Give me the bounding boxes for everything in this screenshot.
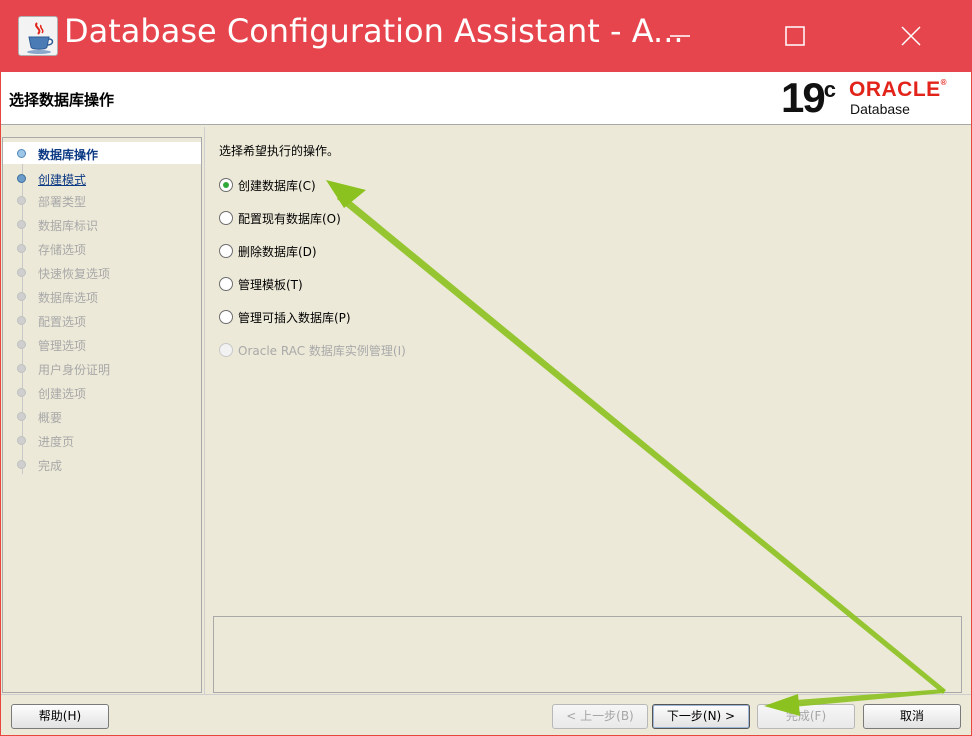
message-panel (213, 616, 962, 693)
step-indicator-icon (17, 292, 26, 301)
radio-button (219, 343, 233, 357)
footer-divider (1, 694, 971, 695)
oracle-19c-logo: 19c (781, 74, 836, 121)
step-indicator-icon (17, 364, 26, 373)
help-button[interactable]: 帮助(H) (11, 704, 109, 729)
cancel-button[interactable]: 取消 (863, 704, 961, 729)
step-finish: 完成 (3, 453, 201, 475)
oracle-database-label: Database (850, 101, 910, 117)
step-database-identification: 数据库标识 (3, 213, 201, 235)
step-deployment-type: 部署类型 (3, 189, 201, 211)
minimize-button[interactable] (622, 0, 738, 72)
back-button[interactable]: < 上一步(B) (552, 704, 648, 729)
option-manage-templates[interactable]: 管理模板(T) (219, 274, 619, 294)
option-manage-pluggable-databases[interactable]: 管理可插入数据库(P) (219, 307, 619, 327)
radio-button[interactable] (219, 178, 233, 192)
maximize-icon (785, 26, 805, 46)
close-icon (901, 26, 921, 46)
step-indicator-icon (17, 268, 26, 277)
finish-button[interactable]: 完成(F) (757, 704, 855, 729)
close-button[interactable] (854, 0, 970, 72)
window-title: Database Configuration Assistant - A... (64, 12, 684, 50)
step-indicator-icon (17, 220, 26, 229)
step-indicator-icon (17, 412, 26, 421)
next-button[interactable]: 下一步(N) > (652, 704, 750, 729)
step-database-options: 数据库选项 (3, 285, 201, 307)
maximize-button[interactable] (738, 0, 854, 72)
step-indicator-icon (17, 149, 26, 158)
main-content: 选择希望执行的操作。 创建数据库(C) 配置现有数据库(O) 删除数据库(D) … (204, 127, 971, 694)
steps-sidebar: 数据库操作 创建模式 部署类型 数据库标识 存储选项 快速恢复选项 数据库选项 (2, 137, 202, 693)
step-indicator-icon (17, 316, 26, 325)
step-indicator-icon (17, 460, 26, 469)
step-indicator-icon (17, 174, 26, 183)
step-fast-recovery-option: 快速恢复选项 (3, 261, 201, 283)
step-indicator-icon (17, 340, 26, 349)
step-database-operation[interactable]: 数据库操作 (3, 142, 201, 164)
step-summary: 概要 (3, 405, 201, 427)
oracle-logo: ORACLE® (849, 78, 948, 101)
step-indicator-icon (17, 196, 26, 205)
step-user-credentials: 用户身份证明 (3, 357, 201, 379)
option-configure-existing-database[interactable]: 配置现有数据库(O) (219, 208, 619, 228)
step-creation-option: 创建选项 (3, 381, 201, 403)
step-management-options: 管理选项 (3, 333, 201, 355)
step-configuration-options: 配置选项 (3, 309, 201, 331)
option-delete-database[interactable]: 删除数据库(D) (219, 241, 619, 261)
radio-button[interactable] (219, 277, 233, 291)
option-oracle-rac-instance-management: Oracle RAC 数据库实例管理(I) (219, 340, 619, 360)
step-indicator-icon (17, 388, 26, 397)
step-progress-page: 进度页 (3, 429, 201, 451)
java-coffee-cup-icon[interactable] (18, 16, 58, 56)
step-indicator-icon (17, 436, 26, 445)
page-header: 选择数据库操作 19c ORACLE® Database (1, 72, 971, 125)
title-bar: Database Configuration Assistant - A... (0, 0, 972, 72)
radio-button[interactable] (219, 310, 233, 324)
step-creation-mode[interactable]: 创建模式 (3, 167, 201, 189)
option-create-database[interactable]: 创建数据库(C) (219, 175, 619, 195)
minimize-icon (670, 35, 690, 37)
operation-prompt: 选择希望执行的操作。 (219, 144, 340, 158)
step-storage-option: 存储选项 (3, 237, 201, 259)
radio-button[interactable] (219, 244, 233, 258)
dbca-window: 选择数据库操作 19c ORACLE® Database 数据库操作 创建模式 … (1, 72, 971, 735)
radio-button[interactable] (219, 211, 233, 225)
page-title: 选择数据库操作 (9, 91, 115, 109)
step-indicator-icon (17, 244, 26, 253)
